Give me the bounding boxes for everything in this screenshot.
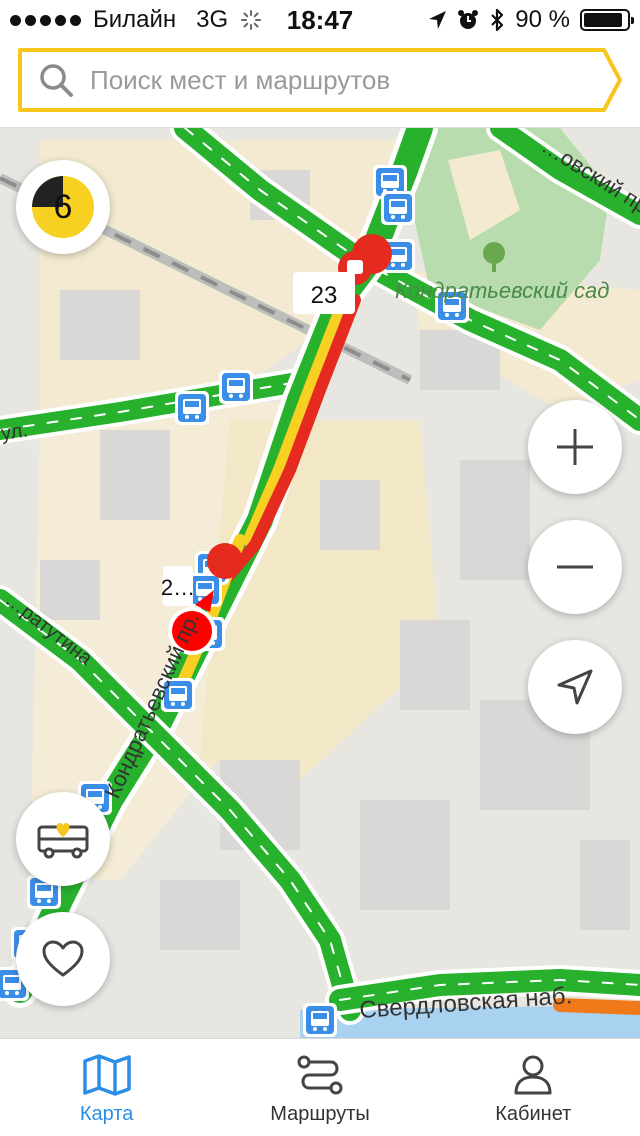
search-bar[interactable] — [16, 48, 622, 112]
park-label: Кондратьевский сад — [395, 278, 609, 303]
zoom-out-button[interactable] — [528, 520, 622, 614]
location-arrow-icon — [429, 11, 447, 29]
transport-layer-button[interactable] — [16, 792, 110, 886]
traffic-score: 6 — [53, 188, 73, 226]
route-label-2: 2… — [161, 566, 195, 606]
my-location-button[interactable] — [528, 640, 622, 734]
tab-map-label: Карта — [79, 1103, 134, 1125]
alarm-clock-icon — [458, 10, 479, 29]
svg-text:23: 23 — [311, 282, 338, 309]
zoom-in-button[interactable] — [528, 400, 622, 494]
status-bar: Билайн 3G 18:47 90 % — [0, 0, 640, 40]
favorites-button[interactable] — [16, 912, 110, 1006]
heart-icon — [42, 940, 84, 977]
minus-icon — [557, 565, 593, 569]
bus-heart-icon — [37, 823, 89, 859]
search-header — [0, 40, 640, 128]
tab-routes-label: Маршруты — [270, 1103, 370, 1125]
route-label-23: 23 — [293, 272, 355, 314]
tab-cabinet-label: Кабинет — [495, 1103, 572, 1125]
signal-strength-icon — [10, 14, 81, 26]
routes-icon — [297, 1055, 343, 1095]
traffic-level-button[interactable]: 6 — [16, 160, 110, 254]
battery-percentage: 90 % — [515, 6, 570, 33]
plus-icon — [557, 429, 593, 465]
map-icon — [82, 1054, 131, 1096]
battery-icon — [580, 9, 634, 31]
tab-map[interactable]: Карта — [0, 1039, 213, 1136]
search-input[interactable] — [90, 58, 590, 102]
tab-bar: Карта Маршруты Кабинет — [0, 1038, 640, 1136]
bluetooth-icon — [491, 8, 504, 32]
search-icon — [40, 64, 73, 97]
tab-cabinet[interactable]: Кабинет — [427, 1039, 640, 1136]
user-profile-icon — [514, 1055, 552, 1095]
carrier-name: Билайн — [93, 6, 177, 33]
network-type: 3G — [196, 6, 229, 33]
svg-text:2…: 2… — [161, 575, 195, 600]
tab-routes[interactable]: Маршруты — [213, 1039, 426, 1136]
activity-spinner-icon — [241, 10, 262, 30]
street-label-ul: ул. — [0, 419, 29, 445]
navigation-arrow-icon — [557, 669, 593, 705]
